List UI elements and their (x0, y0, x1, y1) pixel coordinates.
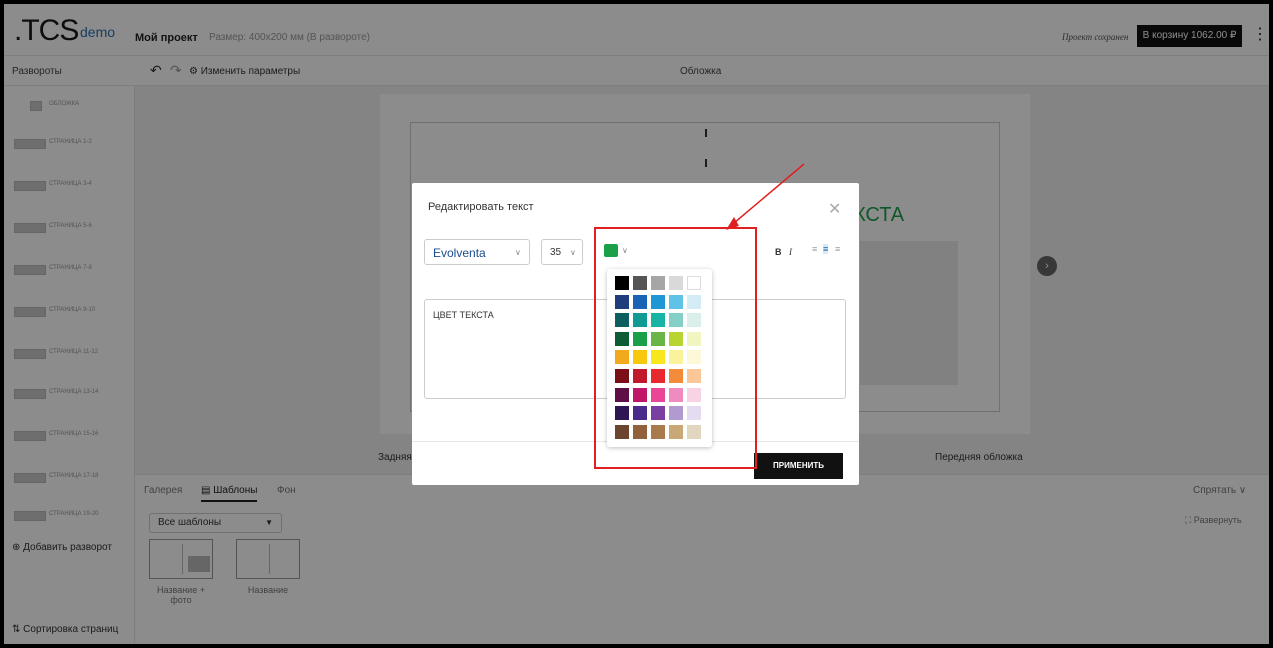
font-family-value: Evolventa (433, 246, 486, 260)
close-icon[interactable]: ✕ (828, 199, 841, 219)
highlight-box (594, 227, 757, 469)
align-right-icon[interactable]: ≡ (835, 244, 840, 254)
bold-button[interactable]: B (775, 247, 782, 257)
chevron-down-icon: ∨ (570, 248, 576, 257)
font-size-value: 35 (550, 247, 562, 258)
align-center-icon[interactable]: ≡ (823, 244, 829, 254)
align-left-icon[interactable]: ≡ (812, 244, 817, 254)
italic-button[interactable]: I (789, 247, 792, 257)
text-input-value: ЦВЕТ ТЕКСТА (433, 310, 494, 320)
font-family-select[interactable]: Evolventa ∨ (424, 239, 530, 265)
font-size-select[interactable]: 35 ∨ (541, 239, 583, 265)
modal-title: Редактировать текст (428, 201, 534, 213)
chevron-down-icon: ∨ (515, 248, 521, 257)
app-window: .TCS demo Мой проект Размер: 400x200 мм … (4, 4, 1269, 644)
apply-button[interactable]: ПРИМЕНИТЬ (754, 453, 843, 479)
